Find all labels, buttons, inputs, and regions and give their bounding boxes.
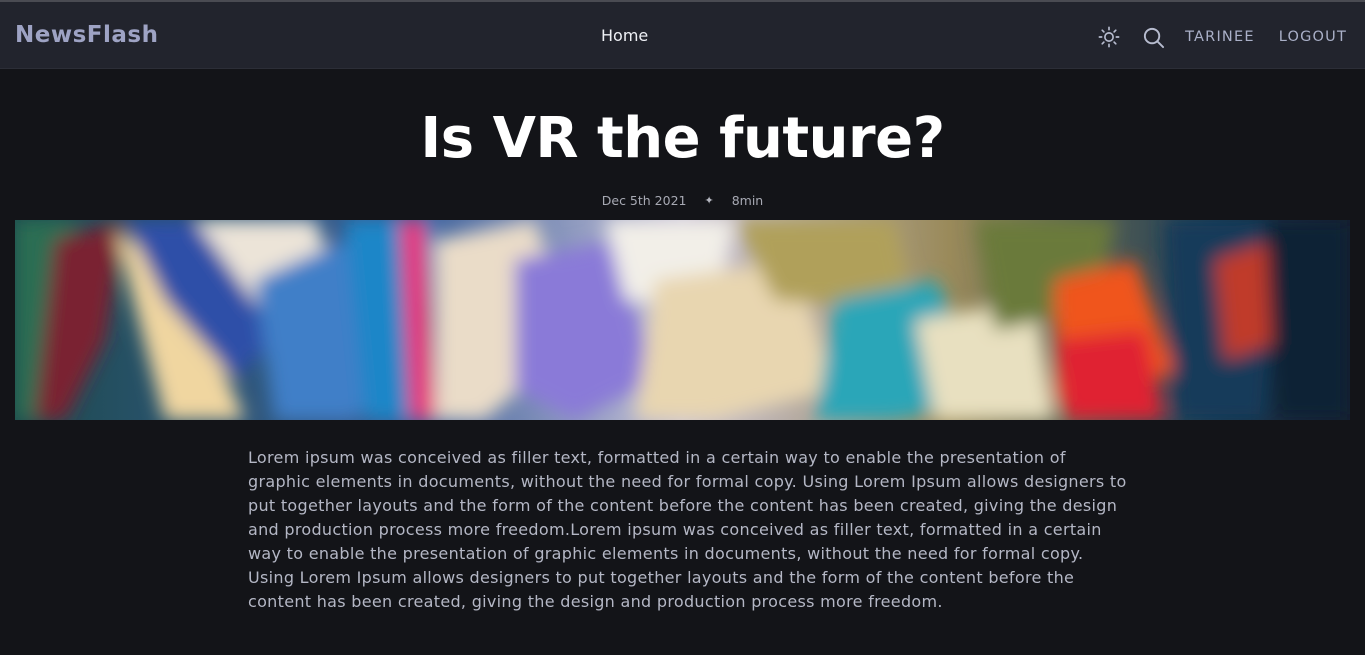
user-profile-link[interactable]: TARINEE (1185, 29, 1255, 45)
nav-home-link[interactable]: Home (601, 26, 648, 45)
logout-link[interactable]: LOGOUT (1279, 29, 1347, 45)
article-date: Dec 5th 2021 (601, 193, 687, 208)
sun-icon[interactable] (1097, 25, 1121, 49)
brand-logo[interactable]: NewsFlash (15, 22, 158, 48)
nav-actions: TARINEE LOGOUT (1097, 18, 1347, 56)
article-title: Is VR the future? (420, 106, 945, 171)
search-icon[interactable] (1141, 25, 1165, 49)
article-body: Lorem ipsum was conceived as filler text… (248, 448, 1127, 611)
top-navbar: NewsFlash Home TARINEE LOGOUT (0, 2, 1365, 69)
article-hero-image (15, 220, 1350, 420)
article-read-time: 8min (731, 193, 764, 208)
article-meta: Dec 5th 2021 ✦ 8min (0, 193, 1365, 208)
meta-separator-icon: ✦ (704, 194, 714, 207)
